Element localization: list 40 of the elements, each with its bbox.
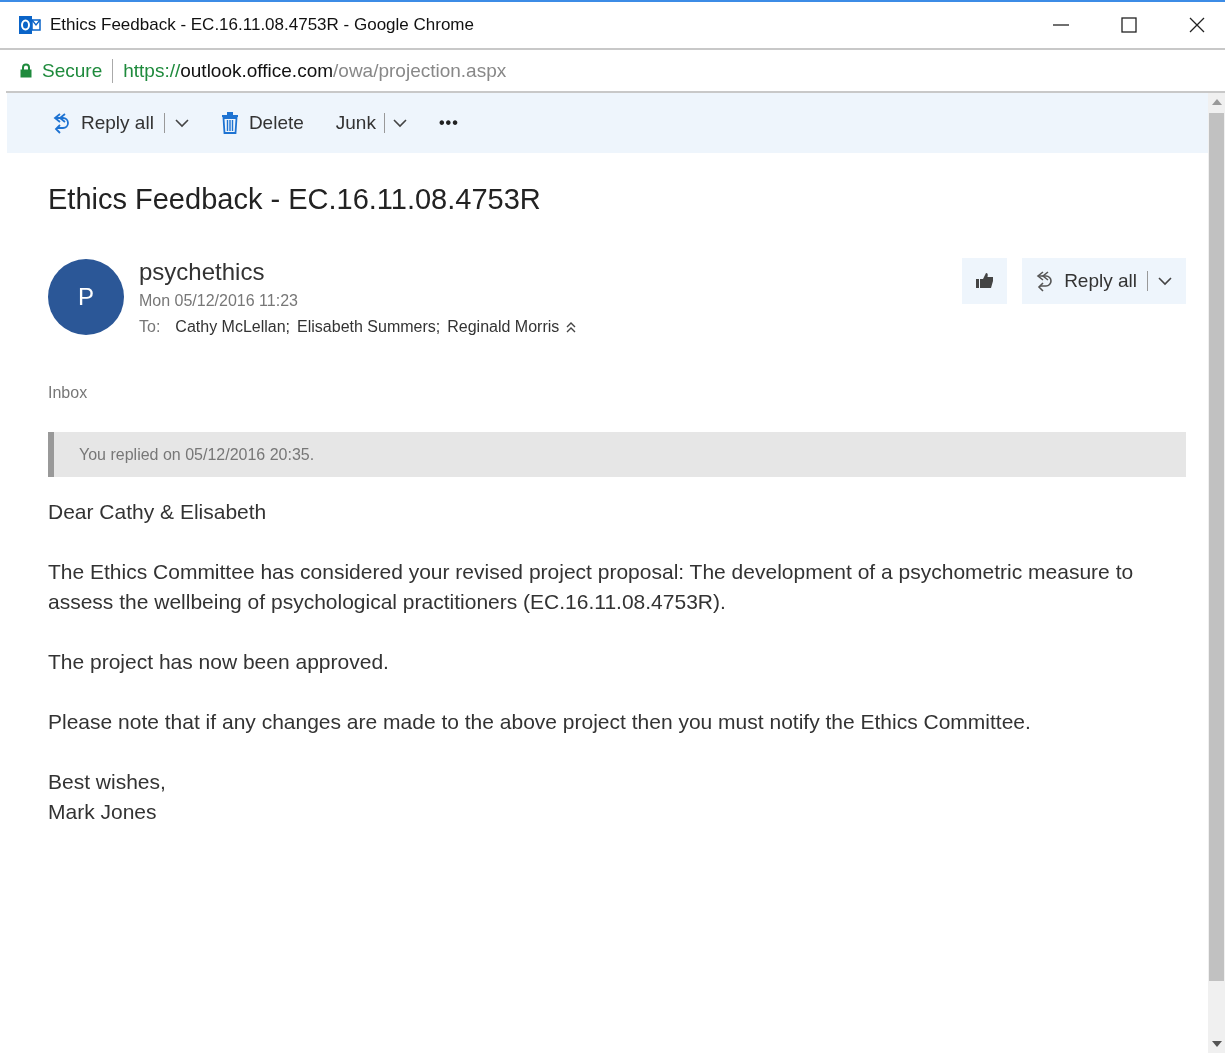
body-paragraph: Dear Cathy & Elisabeth <box>48 499 268 525</box>
lock-icon <box>20 63 32 78</box>
body-paragraph: The project has now been approved. <box>48 649 390 675</box>
junk-button[interactable]: Junk <box>333 108 409 138</box>
scrollbar[interactable] <box>1208 93 1225 1053</box>
recipient-name[interactable]: Elisabeth Summers; <box>297 318 441 336</box>
reply-all-button[interactable]: Reply all <box>1022 258 1186 304</box>
security-label: Secure <box>42 59 103 82</box>
signature-line: Best wishes, <box>48 769 167 795</box>
recipient-name[interactable]: Reginald Morris <box>447 318 560 336</box>
maximize-icon[interactable] <box>1121 17 1137 33</box>
outlook-logo-icon <box>19 15 41 35</box>
chevron-down-icon[interactable] <box>392 118 407 128</box>
window-title: Ethics Feedback - EC.16.11.08.4753R - Google Chrome <box>50 15 474 35</box>
thumbs-up-icon <box>975 273 994 289</box>
reply-button[interactable]: Reply all <box>49 108 191 138</box>
recipient-name[interactable]: Cathy McLellan; <box>175 318 291 336</box>
url-text[interactable]: https://outlook.office.com/owa/projection.aspx <box>123 59 507 82</box>
reply-all-icon <box>51 112 71 134</box>
scroll-down-icon[interactable] <box>1211 1041 1222 1047</box>
reply-notice: You replied on 05/12/2016 20:35. <box>48 432 1186 477</box>
trash-icon <box>220 112 239 134</box>
delete-button[interactable]: Delete <box>218 108 306 138</box>
chevron-down-icon[interactable] <box>1158 276 1172 286</box>
folder-label[interactable]: Inbox <box>48 384 1186 402</box>
reply-all-icon <box>1034 270 1055 292</box>
scroll-thumb[interactable] <box>1209 113 1224 981</box>
more-button[interactable]: ••• <box>436 110 461 136</box>
body-paragraph: Please note that if any changes are made to the above project then you must notify the Ethics Committee. <box>48 709 1032 735</box>
sender-name[interactable]: psychethics <box>139 258 577 286</box>
signature-line: Mark Jones <box>48 799 158 825</box>
to-label: To: <box>139 318 161 336</box>
message-subject: Ethics Feedback - EC.16.11.08.4753R <box>48 183 542 216</box>
collapse-icon[interactable] <box>566 321 577 333</box>
like-button[interactable] <box>962 258 1008 304</box>
close-icon[interactable] <box>1189 17 1205 33</box>
sent-date: Mon 05/12/2016 11:23 <box>139 292 299 310</box>
sender-avatar: P <box>48 259 124 335</box>
chevron-down-icon[interactable] <box>174 118 189 128</box>
body-paragraph: The Ethics Committee has considered your revised project proposal: The development of a psychometric measure to assess the wellbeing of psychological practitioners (EC.16.11.08.4753R). <box>48 559 1135 615</box>
